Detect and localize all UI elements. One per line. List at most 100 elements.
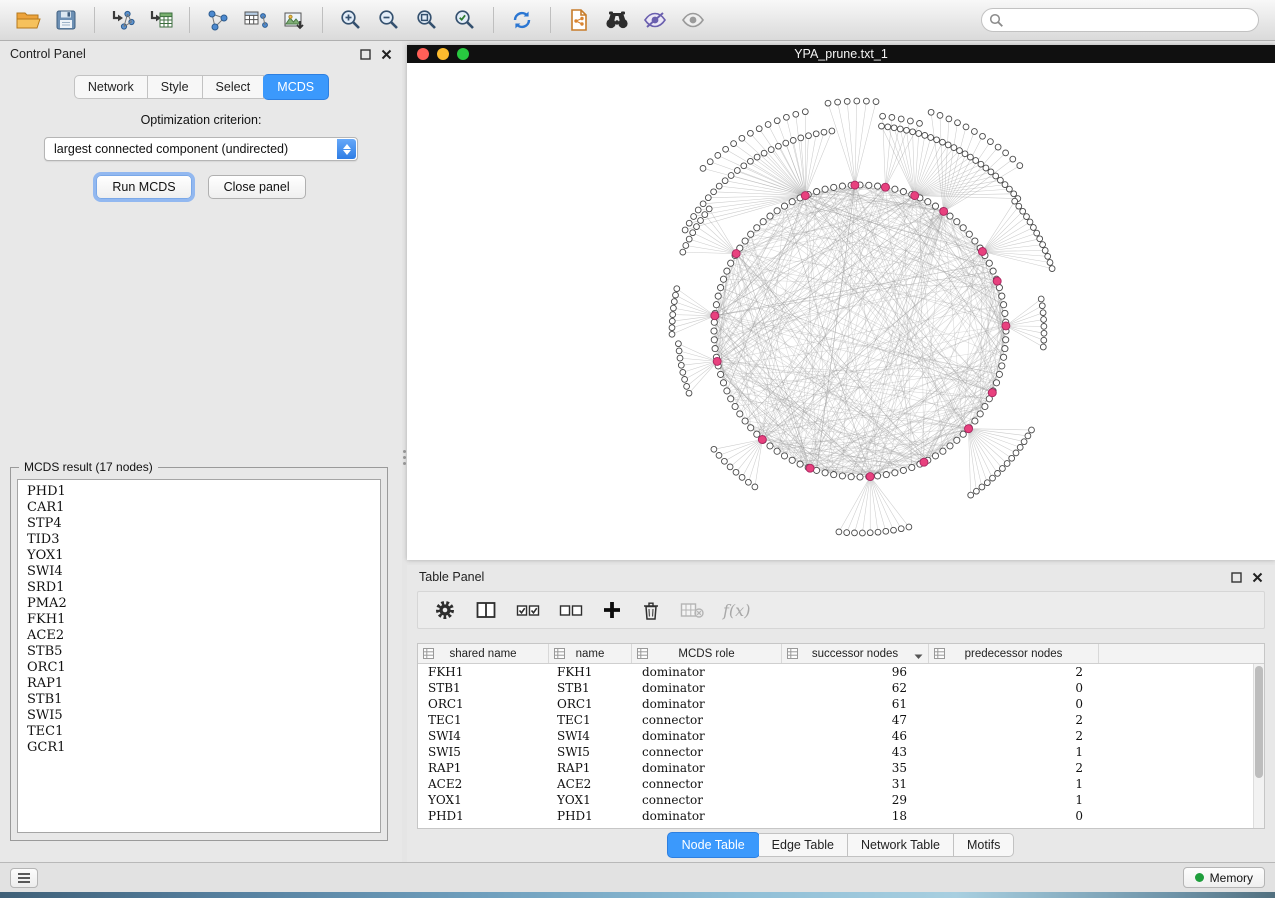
- show-all-button[interactable]: [675, 3, 711, 37]
- mcds-result-item[interactable]: SWI4: [18, 564, 380, 580]
- mcds-result-item[interactable]: PHD1: [18, 484, 380, 500]
- tab-node-table[interactable]: Node Table: [667, 832, 760, 858]
- mcds-result-item[interactable]: SWI5: [18, 708, 380, 724]
- column-label: name: [576, 648, 605, 660]
- table-row[interactable]: SWI4SWI4dominator462: [418, 728, 1264, 744]
- add-column-button[interactable]: [602, 600, 622, 620]
- table-cell: 1: [929, 793, 1099, 807]
- table-row[interactable]: STB1STB1dominator620: [418, 680, 1264, 696]
- column-label: shared name: [449, 648, 516, 660]
- column-header-shared-name[interactable]: shared name: [418, 644, 549, 663]
- tab-edge-table[interactable]: Edge Table: [759, 833, 848, 857]
- table-cell: 18: [782, 809, 929, 823]
- new-table-button[interactable]: [238, 3, 274, 37]
- close-panel-button[interactable]: Close panel: [208, 175, 306, 199]
- select-all-rows-button[interactable]: [516, 601, 540, 619]
- toolbar-separator: [322, 7, 323, 33]
- hide-selection-button[interactable]: [637, 3, 673, 37]
- float-panel-icon[interactable]: [1231, 572, 1242, 583]
- mcds-result-item[interactable]: TID3: [18, 532, 380, 548]
- network-table-icon: [243, 8, 269, 32]
- mcds-result-item[interactable]: ACE2: [18, 628, 380, 644]
- zoom-selected-icon: [453, 8, 477, 32]
- scrollbar-thumb[interactable]: [1255, 666, 1263, 778]
- close-panel-icon[interactable]: [1252, 572, 1263, 583]
- new-network-button[interactable]: [200, 3, 236, 37]
- mcds-result-item[interactable]: STP4: [18, 516, 380, 532]
- float-panel-icon[interactable]: [360, 49, 371, 60]
- table-cell: 2: [929, 713, 1099, 727]
- table-cell: ORC1: [549, 697, 632, 711]
- table-row[interactable]: RAP1RAP1dominator352: [418, 760, 1264, 776]
- zoom-selected-button[interactable]: [447, 3, 483, 37]
- run-mcds-button[interactable]: Run MCDS: [96, 175, 191, 199]
- open-file-button[interactable]: [10, 3, 46, 37]
- search-network-button[interactable]: [599, 3, 635, 37]
- table-row[interactable]: ORC1ORC1dominator610: [418, 696, 1264, 712]
- deselect-all-rows-button[interactable]: [559, 601, 583, 619]
- mcds-result-item[interactable]: STB5: [18, 644, 380, 660]
- show-columns-button[interactable]: [475, 600, 497, 620]
- table-settings-button[interactable]: [434, 599, 456, 621]
- mcds-result-item[interactable]: FKH1: [18, 612, 380, 628]
- mcds-result-item[interactable]: GCR1: [18, 740, 380, 756]
- image-export-icon: [281, 8, 307, 32]
- mcds-result-item[interactable]: YOX1: [18, 548, 380, 564]
- import-table-file-button[interactable]: [143, 3, 179, 37]
- column-header-successor-nodes[interactable]: successor nodes: [782, 644, 929, 663]
- search-input[interactable]: [981, 8, 1259, 32]
- mcds-result-item[interactable]: ORC1: [18, 660, 380, 676]
- save-session-button[interactable]: [48, 3, 84, 37]
- function-builder-button-disabled: f(x): [723, 601, 750, 620]
- table-row[interactable]: FKH1FKH1dominator962: [418, 664, 1264, 680]
- zoom-in-icon: [339, 8, 363, 32]
- table-scrollbar[interactable]: [1253, 664, 1264, 828]
- export-image-button[interactable]: [276, 3, 312, 37]
- zoom-fit-button[interactable]: [409, 3, 445, 37]
- mcds-result-item[interactable]: STB1: [18, 692, 380, 708]
- table-row[interactable]: ACE2ACE2connector311: [418, 776, 1264, 792]
- table-row[interactable]: SWI5SWI5connector431: [418, 744, 1264, 760]
- delete-column-button[interactable]: [641, 600, 661, 621]
- column-header-predecessor-nodes[interactable]: predecessor nodes: [929, 644, 1099, 663]
- column-header-filler: [1099, 644, 1264, 663]
- zoom-out-button[interactable]: [371, 3, 407, 37]
- tab-network-table[interactable]: Network Table: [848, 833, 954, 857]
- mcds-result-item[interactable]: RAP1: [18, 676, 380, 692]
- tab-motifs[interactable]: Motifs: [954, 833, 1014, 857]
- main-toolbar: [0, 0, 1275, 41]
- close-panel-icon[interactable]: [381, 49, 392, 60]
- table-row[interactable]: TEC1TEC1connector472: [418, 712, 1264, 728]
- column-header-name[interactable]: name: [549, 644, 632, 663]
- trash-icon: [641, 600, 661, 621]
- table-row[interactable]: YOX1YOX1connector291: [418, 792, 1264, 808]
- network-window-titlebar[interactable]: YPA_prune.txt_1: [407, 45, 1275, 63]
- refresh-view-button[interactable]: [504, 3, 540, 37]
- table-cell: 35: [782, 761, 929, 775]
- table-row[interactable]: PHD1PHD1dominator180: [418, 808, 1264, 824]
- tab-network[interactable]: Network: [74, 75, 148, 99]
- column-header-mcds-role[interactable]: MCDS role: [632, 644, 782, 663]
- export-document-button[interactable]: [561, 3, 597, 37]
- mcds-result-item[interactable]: CAR1: [18, 500, 380, 516]
- table-panel-title: Table Panel: [419, 570, 484, 584]
- column-type-icon: [787, 648, 798, 662]
- import-network-file-button[interactable]: [105, 3, 141, 37]
- column-label: MCDS role: [678, 648, 734, 660]
- tab-style[interactable]: Style: [148, 75, 203, 99]
- show-panels-button[interactable]: [10, 868, 38, 888]
- clear-table-button-disabled: [680, 601, 704, 619]
- tab-mcds[interactable]: MCDS: [263, 74, 329, 100]
- optimization-criterion-select[interactable]: largest connected component (undirected): [44, 137, 358, 161]
- network-canvas[interactable]: [407, 63, 1275, 560]
- mcds-result-item[interactable]: SRD1: [18, 580, 380, 596]
- control-panel: Control Panel Network Style Select MCDS …: [0, 41, 402, 862]
- mcds-result-item[interactable]: PMA2: [18, 596, 380, 612]
- memory-button[interactable]: Memory: [1183, 867, 1265, 888]
- open-folder-icon: [15, 9, 41, 31]
- network-view-window: YPA_prune.txt_1: [407, 45, 1275, 560]
- tab-select[interactable]: Select: [203, 75, 265, 99]
- eye-slash-icon: [642, 8, 668, 32]
- zoom-in-button[interactable]: [333, 3, 369, 37]
- mcds-result-item[interactable]: TEC1: [18, 724, 380, 740]
